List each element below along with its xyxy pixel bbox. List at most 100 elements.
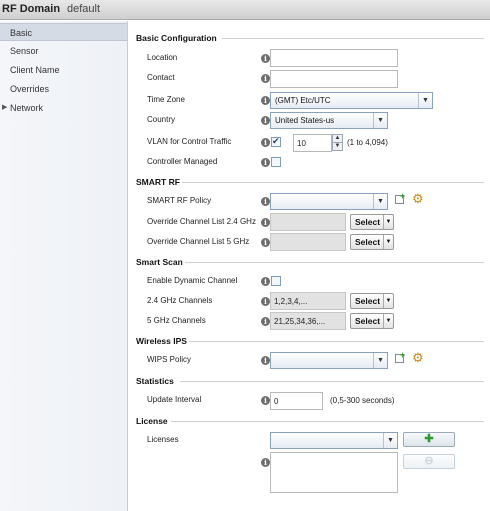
info-icon[interactable]: i [261, 138, 270, 147]
section-divider [182, 182, 484, 183]
country-select[interactable]: United States-us ▼ [270, 112, 388, 129]
info-icon[interactable]: i [261, 197, 270, 206]
contact-input[interactable] [270, 70, 398, 88]
section-title: License [136, 416, 168, 426]
info-icon[interactable]: i [261, 218, 270, 227]
override-5-label: Override Channel List 5 GHz [147, 237, 250, 246]
info-icon[interactable]: i [261, 356, 270, 365]
info-icon[interactable]: i [261, 96, 270, 105]
sidebar-item-basic[interactable]: Basic [0, 23, 127, 41]
vlan-stepper[interactable]: ▲ ▼ [332, 134, 343, 151]
section-divider [189, 341, 484, 342]
domain-name: default [67, 3, 101, 15]
sidebar-item-overrides[interactable]: Overrides [0, 80, 127, 98]
override-24-select-button[interactable]: Select ▼ [350, 214, 394, 230]
controller-managed-label: Controller Managed [147, 157, 218, 166]
chevron-down-icon[interactable]: ▼ [383, 215, 393, 229]
section-statistics: Statistics [136, 376, 484, 386]
sidebar-item-label: Client Name [10, 65, 60, 75]
info-icon[interactable]: i [261, 396, 270, 405]
location-label: Location [147, 53, 178, 62]
stepper-down-icon[interactable]: ▼ [333, 143, 342, 151]
remove-license-button[interactable]: ⊖ [403, 454, 455, 469]
country-label: Country [147, 115, 176, 124]
stepper-up-icon[interactable]: ▲ [333, 135, 342, 143]
chevron-down-icon[interactable]: ▼ [383, 294, 393, 308]
create-policy-icon[interactable]: + [395, 191, 407, 205]
section-divider [185, 262, 484, 263]
timezone-select[interactable]: (GMT) Etc/UTC ▼ [270, 92, 433, 109]
update-interval-range-note: (0,5-300 seconds) [330, 396, 395, 405]
sidebar-item-label: Network [10, 103, 44, 113]
wips-policy-label: WIPS Policy [147, 355, 192, 364]
timezone-label: Time Zone [147, 95, 185, 104]
timezone-value: (GMT) Etc/UTC [275, 96, 331, 105]
smart-rf-policy-select[interactable]: ▼ [270, 193, 388, 210]
licenses-select[interactable]: ▼ [270, 432, 398, 449]
info-icon[interactable]: i [261, 74, 270, 83]
chevron-down-icon[interactable]: ▼ [383, 314, 393, 328]
chevron-down-icon[interactable]: ▼ [373, 353, 387, 368]
smart-rf-policy-label: SMART RF Policy [147, 196, 212, 205]
section-divider [180, 381, 484, 382]
wips-policy-select[interactable]: ▼ [270, 352, 388, 369]
override-5-input[interactable] [270, 233, 346, 251]
sidebar-item-network[interactable]: ▶ Network [0, 99, 127, 117]
section-smart-rf: SMART RF [136, 177, 484, 187]
vlan-checkbox[interactable] [271, 136, 281, 147]
dynamic-channel-checkbox[interactable] [271, 276, 281, 286]
override-24-input[interactable] [270, 213, 346, 231]
channels-24-select-button[interactable]: Select ▼ [350, 293, 394, 309]
sidebar-item-sensor[interactable]: Sensor [0, 42, 127, 60]
info-icon[interactable]: i [261, 317, 270, 326]
licenses-label: Licenses [147, 435, 179, 444]
section-title: Basic Configuration [136, 33, 217, 43]
chevron-down-icon[interactable]: ▼ [383, 235, 393, 249]
sidebar-item-client-name[interactable]: Client Name [0, 61, 127, 79]
section-title: Wireless IPS [136, 336, 187, 346]
select-button-label: Select [355, 296, 381, 306]
controller-managed-checkbox[interactable] [271, 157, 281, 167]
info-icon[interactable]: i [261, 158, 270, 167]
info-icon[interactable]: i [261, 116, 270, 125]
sidebar-item-label: Basic [10, 28, 33, 38]
override-24-label: Override Channel List 2.4 GHz [147, 217, 256, 226]
chevron-down-icon[interactable]: ▼ [418, 93, 432, 108]
info-icon[interactable]: i [261, 54, 270, 63]
create-policy-icon[interactable]: + [395, 350, 407, 364]
section-title: SMART RF [136, 177, 180, 187]
info-icon[interactable]: i [261, 458, 270, 467]
vlan-label: VLAN for Control Traffic [147, 137, 232, 146]
sidebar-item-label: Overrides [10, 84, 50, 94]
channels-5-label: 5 GHz Channels [147, 316, 206, 325]
vlan-range-note: (1 to 4,094) [347, 138, 388, 147]
page-title: RF Domain [2, 3, 61, 15]
chevron-down-icon[interactable]: ▼ [373, 194, 387, 209]
update-interval-input[interactable]: 0 [270, 392, 323, 410]
vlan-input[interactable]: 10 [293, 134, 332, 152]
channels-24-label: 2.4 GHz Channels [147, 296, 213, 305]
location-input[interactable] [270, 49, 398, 67]
licenses-list[interactable] [270, 452, 398, 493]
add-license-button[interactable]: ✚ [403, 432, 455, 447]
channels-5-input[interactable]: 21,25,34,36,... [270, 312, 346, 330]
gear-icon[interactable]: ⚙ [412, 351, 424, 364]
chevron-down-icon[interactable]: ▼ [373, 113, 387, 128]
sidebar: Basic Sensor Client Name Overrides ▶ Net… [0, 21, 128, 511]
channels-5-select-button[interactable]: Select ▼ [350, 313, 394, 329]
select-button-label: Select [355, 217, 381, 227]
chevron-down-icon[interactable]: ▼ [383, 433, 397, 448]
gear-icon[interactable]: ⚙ [412, 192, 424, 205]
channels-24-input[interactable]: 1,2,3,4,... [270, 292, 346, 310]
expand-arrow-icon[interactable]: ▶ [2, 103, 7, 111]
info-icon[interactable]: i [261, 297, 270, 306]
override-5-select-button[interactable]: Select ▼ [350, 234, 394, 250]
info-icon[interactable]: i [261, 238, 270, 247]
section-divider [171, 421, 484, 422]
section-basic-configuration: Basic Configuration [136, 33, 484, 43]
section-wireless-ips: Wireless IPS [136, 336, 484, 346]
info-icon[interactable]: i [261, 277, 270, 286]
section-license: License [136, 416, 484, 426]
section-divider [222, 38, 484, 39]
main-panel: Basic Configuration Location i Contact i… [129, 21, 490, 511]
